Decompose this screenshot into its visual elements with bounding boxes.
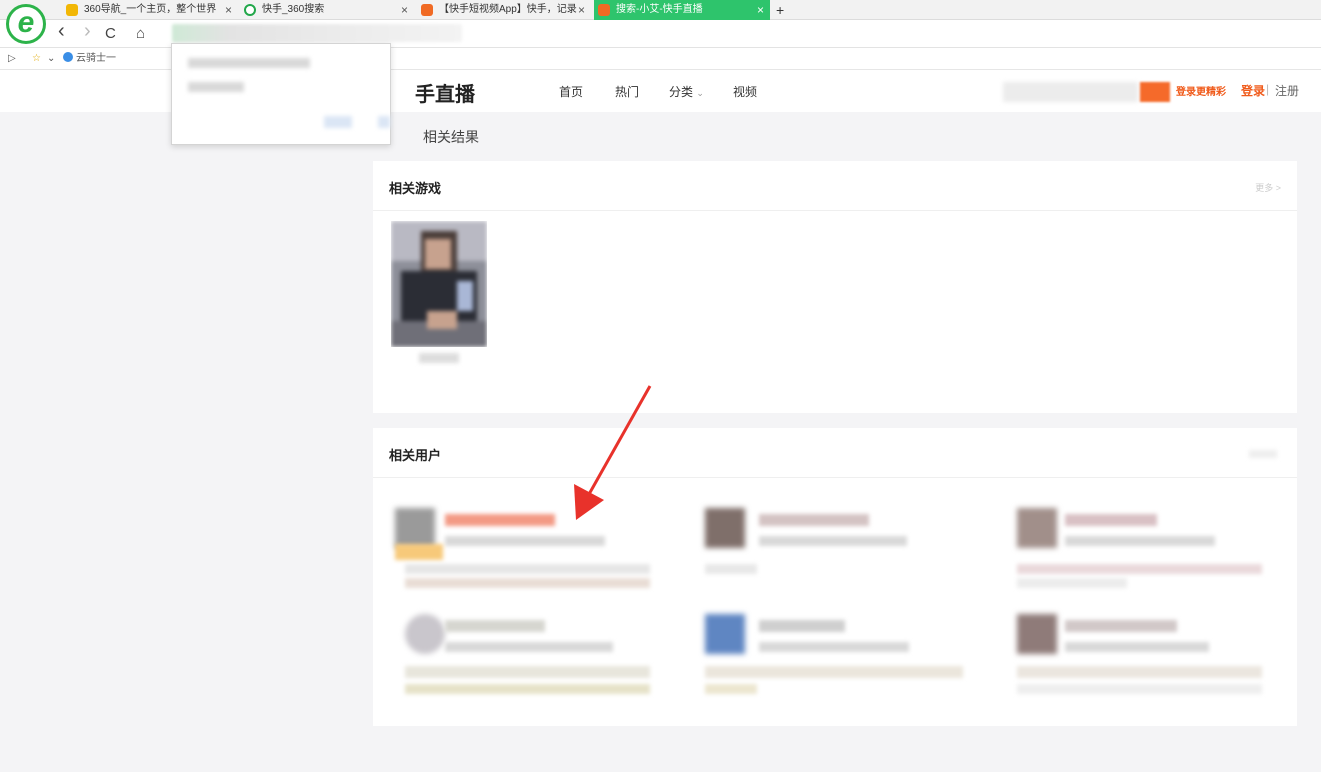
user-desc [705,564,757,574]
register-link[interactable]: 注册 [1275,82,1299,99]
panel-title: 相关游戏 [389,181,442,196]
kuaishou-favicon [421,4,433,16]
address-suggestion-popup[interactable] [171,43,391,145]
results-label: 相关结果 [423,129,479,145]
search-button[interactable] [1140,82,1170,102]
user-desc [1017,578,1127,588]
nav-category[interactable]: 分类 ⌄ [669,83,704,100]
user-id [1065,536,1215,546]
user-card[interactable] [1017,614,1267,704]
home-button[interactable]: ⌂ [136,24,145,44]
user-id [1065,642,1209,652]
tab-title: 360导航_一个主页，整个世界 [84,4,217,15]
bookmark-label: 云骑士一 [76,53,116,64]
avatar [395,508,435,548]
site-title[interactable]: 手直播 [415,78,475,107]
bookmark-item[interactable]: 云骑士一 [63,52,116,66]
new-tab-button[interactable]: + [776,0,784,20]
tab-kuaishou-live[interactable]: 搜索-小艾-快手直播 × [594,0,770,20]
search-favicon [244,4,256,16]
blurred-text [188,58,310,68]
user-name [445,514,555,526]
bookmark-icon [63,52,73,62]
browser-tab-bar: 360导航_一个主页，整个世界 × 快手_360搜索 × 【快手短视频App】快… [0,0,1321,20]
user-desc [405,684,650,694]
user-desc [1017,684,1262,694]
tab-kuaishou-app[interactable]: 【快手短视频App】快手，记录 × [417,0,591,20]
close-icon[interactable]: × [401,0,408,20]
chevron-down-icon: ⌄ [696,88,704,98]
refresh-button[interactable]: C [105,24,116,44]
divider: | [1266,82,1270,96]
panel-header: 相关用户 [373,428,1297,478]
avatar [1017,614,1057,654]
tab-title: 【快手短视频App】快手，记录 [439,4,577,15]
user-desc [405,666,650,678]
nav-video[interactable]: 视频 [733,83,757,100]
close-icon[interactable]: × [757,0,764,20]
user-desc [1017,564,1262,574]
address-bar[interactable] [172,24,462,42]
tab-title: 快手_360搜索 [262,4,325,15]
tab-kuaishou-search[interactable]: 快手_360搜索 × [240,0,414,20]
user-name [1065,620,1177,632]
user-desc [705,666,963,678]
nav-category-label: 分类 [669,85,694,99]
user-card[interactable] [1017,508,1267,598]
avatar [405,614,445,654]
login-link[interactable]: 登录 [1241,82,1265,99]
user-name [759,514,869,526]
user-name [1065,514,1157,526]
user-card[interactable] [705,614,963,704]
login-promo: 登录更精彩 [1176,87,1226,98]
avatar [705,508,745,548]
blurred-button[interactable] [378,116,390,128]
more-link[interactable] [1249,450,1277,458]
panel-title: 相关用户 [389,448,442,463]
close-icon[interactable]: × [578,0,585,20]
user-name [445,620,545,632]
search-input[interactable] [1003,82,1138,102]
user-id [759,536,907,546]
user-card[interactable] [705,508,955,598]
user-name [759,620,845,632]
close-icon[interactable]: × [225,0,232,20]
blurred-text [188,82,244,92]
sidebar-toggle-icon[interactable]: ▷ [8,52,16,66]
360-favicon [66,4,78,16]
user-desc [405,564,650,574]
user-card[interactable] [405,614,655,704]
annotation-arrow [574,385,652,520]
user-id [445,536,605,546]
tab-360-nav[interactable]: 360导航_一个主页，整个世界 × [62,0,238,20]
more-link[interactable]: 更多 > [1255,181,1281,194]
user-desc [705,684,757,694]
forward-button[interactable]: › [84,21,91,41]
nav-home[interactable]: 首页 [559,83,583,100]
avatar [705,614,745,654]
game-name[interactable] [419,353,459,363]
favorites-star-icon[interactable]: ☆ [32,52,41,66]
tab-title: 搜索-小艾-快手直播 [616,4,703,15]
game-cover-image[interactable] [391,221,487,347]
browser-logo: e [6,4,46,44]
related-games-panel: 相关游戏 更多 > [373,161,1297,413]
panel-header: 相关游戏 更多 > [373,161,1297,211]
back-button[interactable]: ‹ [58,21,65,41]
user-id [445,642,613,652]
favorites-menu-icon[interactable]: ⌄ [47,52,55,66]
related-users-panel: 相关用户 [373,428,1297,726]
avatar [1017,508,1057,548]
kuaishou-favicon [598,4,610,16]
nav-hot[interactable]: 热门 [615,83,639,100]
blurred-button[interactable] [324,116,352,128]
user-desc [1017,666,1262,678]
user-desc [405,578,650,588]
user-id [759,642,909,652]
user-badge [395,544,443,560]
